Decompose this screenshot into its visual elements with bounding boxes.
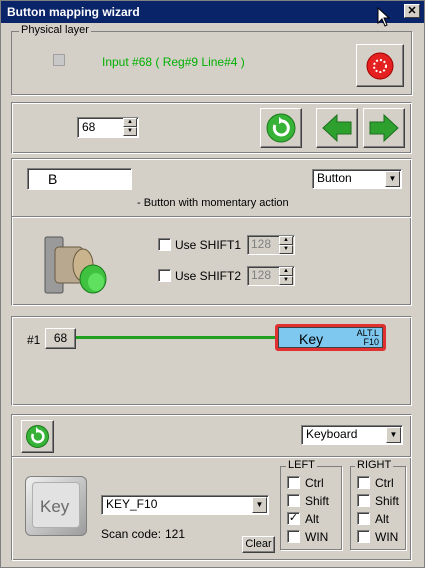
connection-line xyxy=(76,336,278,339)
arrow-right-icon xyxy=(369,113,399,143)
button-type-description: - Button with momentary action xyxy=(137,197,289,209)
led-indicator xyxy=(53,54,65,66)
key-target-label: Key xyxy=(299,331,324,347)
arrow-left-icon xyxy=(322,113,352,143)
stop-icon xyxy=(366,52,394,80)
wizard-window: Button mapping wizard ✕ Physical layer I… xyxy=(0,0,425,568)
shift2-checkbox[interactable] xyxy=(158,269,171,282)
shift1-value: 128 xyxy=(251,237,272,251)
key-select-value: KEY_F10 xyxy=(106,497,158,511)
right-ctrl-checkbox[interactable] xyxy=(357,476,370,489)
left-modifiers-legend: LEFT xyxy=(286,459,317,471)
clear-button-label: Clear xyxy=(245,538,272,550)
scan-code-value: 121 xyxy=(165,527,186,541)
scan-code-label: Scan code: xyxy=(101,527,162,541)
clear-button[interactable]: Clear xyxy=(242,536,275,553)
left-shift-label: Shift xyxy=(305,494,330,508)
shift2-label: Use SHIFT2 xyxy=(175,269,242,283)
button-type-value: Button xyxy=(317,171,352,185)
left-ctrl-label: Ctrl xyxy=(305,476,324,490)
right-alt-label: Alt xyxy=(375,512,390,526)
shift1-spinner[interactable]: ▲ ▼ xyxy=(279,236,293,254)
output-device-select[interactable]: Keyboard ▼ xyxy=(301,425,403,445)
right-modifiers-legend: RIGHT xyxy=(355,459,394,471)
refresh-icon xyxy=(26,425,49,448)
chevron-down-icon: ▼ xyxy=(386,427,401,443)
output-device-value: Keyboard xyxy=(306,427,358,441)
right-shift-checkbox[interactable] xyxy=(357,494,370,507)
left-alt-checkbox[interactable]: ✓ xyxy=(287,512,300,525)
output-separator xyxy=(12,456,411,458)
physical-layer-legend: Physical layer xyxy=(19,24,91,36)
pushbutton-image xyxy=(44,236,107,294)
shift2-spinner[interactable]: ▲ ▼ xyxy=(279,267,293,285)
line-index-button[interactable]: 68 xyxy=(45,328,76,349)
right-shift-label: Shift xyxy=(375,494,400,508)
input-index-value: 68 xyxy=(82,120,96,134)
shift1-label: Use SHIFT1 xyxy=(175,238,242,252)
key-image-label: Key xyxy=(40,497,70,516)
left-win-checkbox[interactable] xyxy=(287,530,300,543)
left-ctrl-checkbox[interactable] xyxy=(287,476,300,489)
mouse-cursor-icon xyxy=(377,7,391,27)
line-index-value: 68 xyxy=(53,331,68,345)
line-index-label: #1 xyxy=(27,333,41,347)
mapping-separator xyxy=(12,216,411,218)
key-select[interactable]: KEY_F10 ▼ xyxy=(101,495,269,515)
left-win-label: WIN xyxy=(305,530,329,544)
right-win-label: WIN xyxy=(375,530,399,544)
left-shift-checkbox[interactable] xyxy=(287,494,300,507)
button-type-select[interactable]: Button ▼ xyxy=(312,169,402,189)
button-name-field[interactable]: B xyxy=(27,168,132,190)
window-title: Button mapping wizard xyxy=(7,5,140,19)
shift2-value: 128 xyxy=(251,268,272,282)
right-alt-checkbox[interactable] xyxy=(357,512,370,525)
physical-input-text: Input #68 ( Reg#9 Line#4 ) xyxy=(102,55,245,69)
output-refresh-button[interactable] xyxy=(21,420,54,453)
key-target[interactable]: Key ALT.L F10 xyxy=(275,324,386,351)
key-image: Key xyxy=(25,476,87,536)
left-alt-label: Alt xyxy=(305,512,320,526)
shift1-checkbox[interactable] xyxy=(158,238,171,251)
right-ctrl-label: Ctrl xyxy=(375,476,394,490)
chevron-down-icon: ▼ xyxy=(385,171,400,187)
refresh-button[interactable] xyxy=(260,108,302,148)
right-win-checkbox[interactable] xyxy=(357,530,370,543)
stop-button[interactable] xyxy=(356,44,404,87)
title-bar: Button mapping wizard xyxy=(1,1,424,23)
button-name-value: B xyxy=(48,171,58,187)
input-index-spinner[interactable]: ▲ ▼ xyxy=(123,118,137,136)
key-target-keyname: F10 xyxy=(363,337,379,347)
refresh-icon xyxy=(266,113,296,143)
previous-button[interactable] xyxy=(316,108,358,148)
close-button[interactable]: ✕ xyxy=(404,4,420,18)
chevron-down-icon: ▼ xyxy=(252,497,267,513)
next-button[interactable] xyxy=(363,108,405,148)
